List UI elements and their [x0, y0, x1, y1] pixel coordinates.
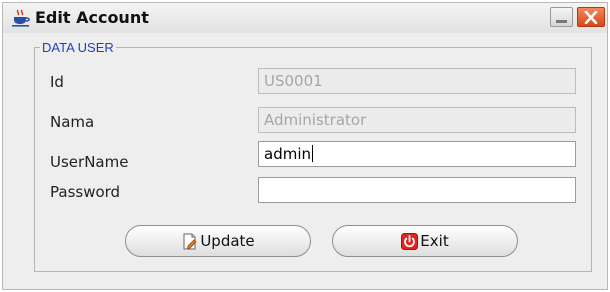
- close-button[interactable]: [577, 7, 605, 27]
- username-field[interactable]: admin: [258, 141, 576, 167]
- document-edit-icon: [183, 233, 197, 249]
- nama-field: Administrator: [258, 107, 576, 133]
- password-field[interactable]: [258, 177, 576, 203]
- username-value: admin: [264, 145, 311, 163]
- password-label: Password: [50, 183, 121, 201]
- java-cup-icon: [11, 9, 31, 27]
- minimize-icon: [556, 20, 567, 23]
- minimize-button[interactable]: [550, 7, 573, 27]
- update-button[interactable]: Update: [125, 225, 311, 257]
- text-caret: [312, 145, 313, 162]
- update-label: Update: [200, 232, 255, 250]
- close-icon: [584, 11, 598, 24]
- power-icon: [401, 232, 419, 250]
- exit-label: Exit: [420, 232, 449, 250]
- id-label: Id: [50, 73, 64, 91]
- group-legend: DATA USER: [40, 40, 116, 55]
- window-title: Edit Account: [35, 8, 149, 27]
- username-label: UserName: [50, 153, 129, 171]
- nama-label: Nama: [50, 113, 95, 131]
- title-bar[interactable]: Edit Account: [3, 3, 607, 33]
- id-field: US0001: [258, 68, 576, 94]
- exit-button[interactable]: Exit: [332, 225, 518, 257]
